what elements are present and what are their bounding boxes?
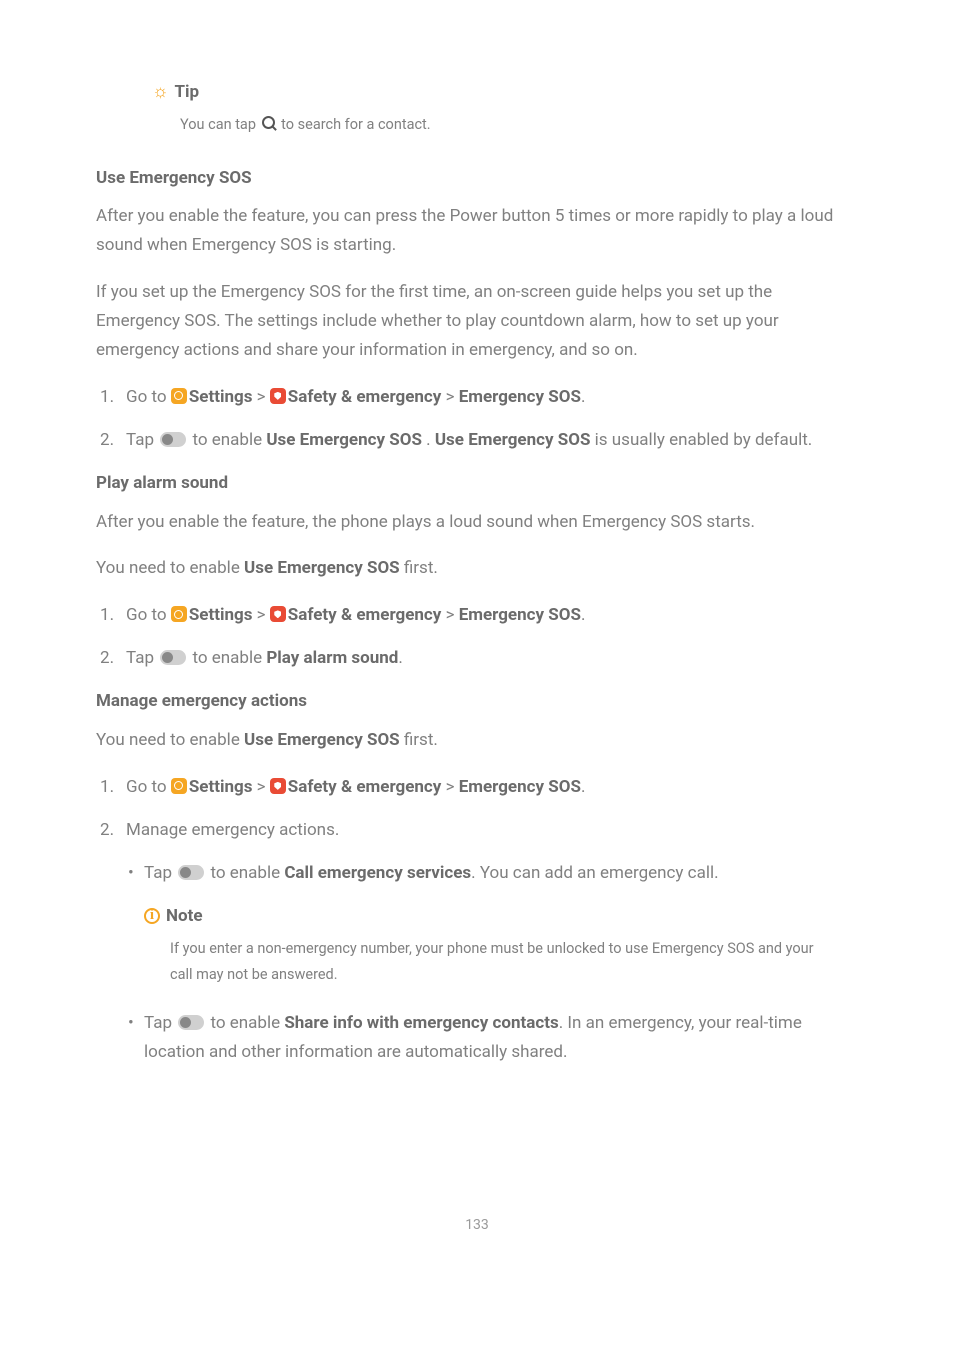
toggle-icon (160, 432, 186, 447)
step-item: Go to Settings > Safety & emergency > Em… (96, 601, 858, 630)
heading-use-emergency-sos: Use Emergency SOS (96, 164, 858, 193)
note-label: Note (166, 902, 203, 931)
tip-callout-body: You can tap to search for a contact. (180, 113, 858, 138)
step-item: Tap to enable Play alarm sound. (96, 644, 858, 673)
nav-settings: Settings (189, 387, 253, 407)
safety-shield-icon (270, 606, 286, 622)
note-callout-header: i Note (144, 902, 858, 931)
tip-label: Tip (175, 78, 200, 107)
steps-manage-emergency: Go to Settings > Safety & emergency > Em… (96, 773, 858, 1067)
settings-icon (171, 388, 187, 404)
settings-icon (171, 778, 187, 794)
safety-shield-icon (270, 388, 286, 404)
bullet-item: Tap to enable Share info with emergency … (126, 1009, 858, 1067)
nav-emergency-sos: Emergency SOS (459, 387, 581, 407)
steps-use-emergency-sos: Go to Settings > Safety & emergency > Em… (96, 383, 858, 455)
paragraph: After you enable the feature, you can pr… (96, 202, 858, 260)
sub-bullets: Tap to enable Call emergency services. Y… (126, 859, 858, 1067)
nav-safety: Safety & emergency (288, 387, 442, 407)
lightbulb-icon: ☼ (152, 83, 169, 101)
note-callout-body: If you enter a non-emergency number, you… (170, 936, 818, 987)
heading-play-alarm-sound: Play alarm sound (96, 469, 858, 498)
toggle-icon (160, 650, 186, 665)
paragraph: You need to enable Use Emergency SOS fir… (96, 554, 858, 583)
paragraph: If you set up the Emergency SOS for the … (96, 278, 858, 365)
tip-callout-header: ☼ Tip (152, 78, 858, 107)
heading-manage-emergency-actions: Manage emergency actions (96, 687, 858, 716)
step-item: Tap to enable Use Emergency SOS . Use Em… (96, 426, 858, 455)
paragraph: After you enable the feature, the phone … (96, 508, 858, 537)
toggle-icon (178, 865, 204, 880)
search-icon (262, 116, 276, 130)
page-content: { "callout": { "tip_label": "Tip", "tip_… (96, 78, 858, 1290)
toggle-icon (178, 1015, 204, 1030)
steps-play-alarm: Go to Settings > Safety & emergency > Em… (96, 601, 858, 673)
page-number: 133 (96, 1214, 858, 1238)
paragraph: You need to enable Use Emergency SOS fir… (96, 726, 858, 755)
bullet-item: Tap to enable Call emergency services. Y… (126, 859, 858, 988)
step-item: Go to Settings > Safety & emergency > Em… (96, 383, 858, 412)
safety-shield-icon (270, 778, 286, 794)
step-item: Go to Settings > Safety & emergency > Em… (96, 773, 858, 802)
info-icon: i (144, 908, 160, 924)
settings-icon (171, 606, 187, 622)
step-item: Manage emergency actions. Tap to enable … (96, 816, 858, 1067)
